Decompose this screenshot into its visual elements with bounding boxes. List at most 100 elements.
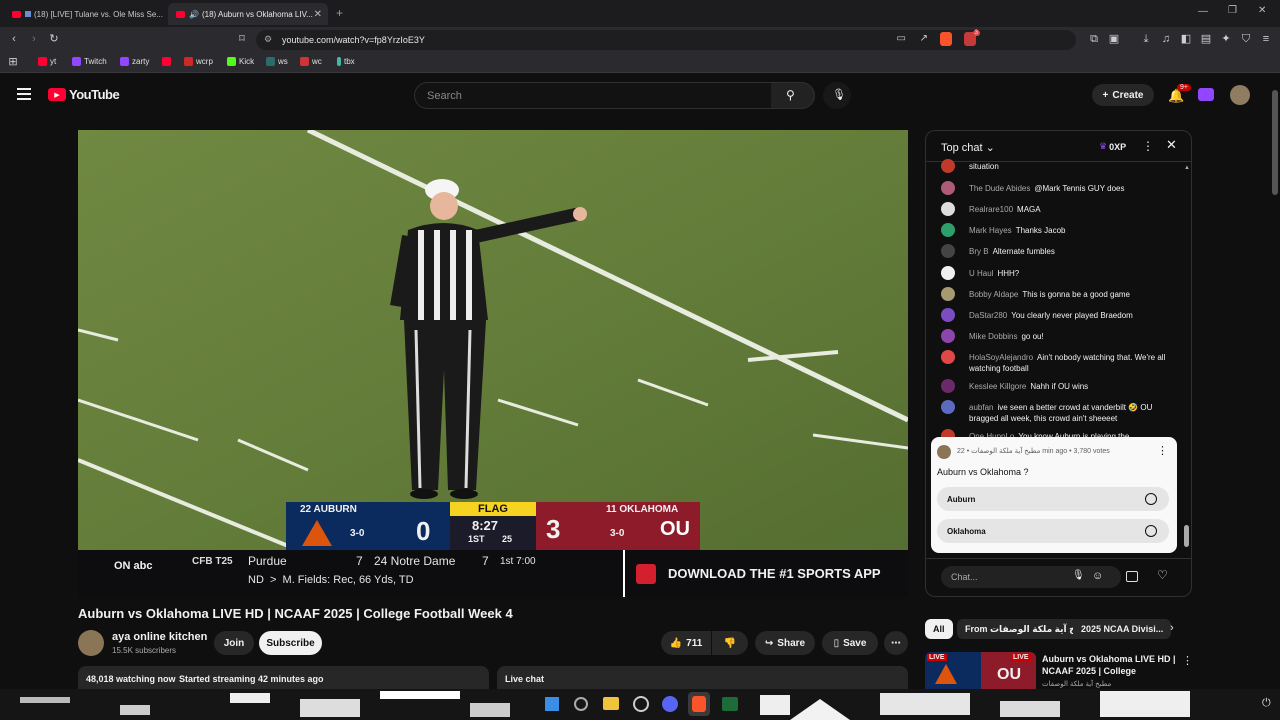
bookmark-icon[interactable]: ⌑ [236,33,248,45]
chat-author-name[interactable]: The Dude Abides [969,184,1030,193]
browser-tab-auburn[interactable]: 🔊 (18) Auburn vs Oklahoma LIV... ✕ [168,3,328,25]
like-button[interactable]: 👍 711 [661,631,711,655]
close-tab-icon[interactable]: ✕ [314,9,322,20]
hamburger-menu-icon[interactable] [17,88,31,100]
create-button[interactable]: + Create [1092,84,1154,106]
chat-author-avatar[interactable] [941,379,955,393]
poll-option-auburn[interactable]: Auburn [937,487,1169,511]
windows-start-icon[interactable] [545,697,559,711]
new-tab-button[interactable]: + [336,6,343,20]
join-button[interactable]: Join [214,631,254,655]
bookmark-yt[interactable]: yt [38,57,56,66]
bookmark-youtube[interactable] [162,57,171,66]
reload-icon[interactable]: ↻ [48,33,60,45]
brave-taskbar-active[interactable] [688,692,710,716]
chip-all[interactable]: All [925,619,953,639]
media-icon[interactable]: ♫ [1160,33,1172,45]
heart-icon[interactable]: ♡ [1157,568,1168,582]
poll-more-icon[interactable]: ⋮ [1157,444,1168,457]
chat-mic-icon[interactable]: 🎙 [1072,570,1085,581]
minimize-button[interactable]: — [1198,6,1208,17]
chat-author-name[interactable]: DaStar280 [969,311,1007,320]
super-chat-icon[interactable] [1126,571,1138,582]
leo-ai-icon[interactable]: ✦ [1220,33,1232,45]
page-scrollbar-thumb[interactable] [1272,90,1278,195]
recommended-title[interactable]: Auburn vs Oklahoma LIVE HD | NCAAF 2025 … [1042,653,1177,677]
wallet-icon[interactable]: ▤ [1200,33,1212,45]
forward-icon[interactable]: › [28,33,40,45]
channel-name[interactable]: aya online kitchen [112,631,207,643]
chat-scroll-thumb[interactable] [1184,525,1189,547]
vpn-icon[interactable]: ⛉ [1240,33,1252,45]
top-chat-dropdown[interactable]: Top chat ⌄ [941,141,995,154]
download-icon[interactable]: ⤓ [1140,33,1152,45]
live-chat-tab[interactable]: Live chat [497,666,908,690]
terminal-icon[interactable] [722,697,738,711]
chat-more-icon[interactable]: ⋮ [1142,139,1154,153]
chat-author-avatar[interactable] [941,202,955,216]
bookmark-kick[interactable]: Kick [227,57,254,66]
video-player[interactable]: 22 AUBURN 3-0 0 FLAG 8:27 1ST 25 3 11 OK… [78,130,908,597]
chevron-right-icon[interactable]: › [1170,622,1174,634]
description-box[interactable]: 48,018 watching now Started streaming 42… [78,666,489,690]
bookmark-wc[interactable]: wc [300,57,322,66]
channel-avatar[interactable] [78,630,104,656]
chat-author-avatar[interactable] [941,329,955,343]
bookmark-zarty[interactable]: zarty [120,57,149,66]
subscribe-button[interactable]: Subscribe [259,631,322,655]
brave-shields-icon[interactable] [940,32,952,46]
cast-icon[interactable]: ▭ [897,33,906,44]
maximize-button[interactable]: ❐ [1228,5,1237,16]
chat-author-avatar[interactable] [941,159,955,173]
bookmark-wcrp[interactable]: wcrp [184,57,213,66]
chat-author-avatar[interactable] [941,181,955,195]
chat-author-name[interactable]: Realrare100 [969,205,1013,214]
menu-icon[interactable]: ≡ [1260,33,1272,45]
chat-author-name[interactable]: Kesslee Killgore [969,382,1026,391]
chat-author-avatar[interactable] [941,308,955,322]
chat-author-name[interactable]: aubfan [969,403,993,412]
settings-taskbar-icon[interactable] [633,696,649,712]
scroll-up-icon[interactable]: ▲ [1184,165,1190,171]
back-icon[interactable]: ‹ [8,33,20,45]
recommended-thumbnail[interactable]: LIVE LIVE OU [925,652,1036,689]
file-explorer-icon[interactable] [603,697,619,710]
chip-ncaa[interactable]: 2025 NCAA Divisi... [1073,619,1172,639]
save-button[interactable]: ▯ Save [822,631,878,655]
chat-author-name[interactable]: Bobby Aldape [969,290,1018,299]
chat-author-avatar[interactable] [941,223,955,237]
chat-author-avatar[interactable] [941,400,955,414]
chat-author-name[interactable]: Bry B [969,247,989,256]
system-tray-icon[interactable]: ⏻ [1262,697,1271,710]
browser-tab-tulane[interactable]: (18) [LIVE] Tulane vs. Ole Miss Se... [4,3,164,25]
chat-author-name[interactable]: HolaSoyAlejandro [969,353,1033,362]
chat-author-avatar[interactable] [941,287,955,301]
bookmark-tbx[interactable]: tbx [337,57,355,66]
site-info-icon[interactable]: ⚙ [264,34,272,45]
search-taskbar-icon[interactable] [574,697,588,711]
chat-author-name[interactable]: Mike Dobbins [969,332,1017,341]
address-bar[interactable]: ⚙ youtube.com/watch?v=fp8YrzIoE3Y ▭ ↗ 3 [256,30,1076,50]
discord-icon[interactable] [662,696,678,712]
youtube-logo[interactable]: ▶ YouTube [48,87,120,102]
bookmark-twitch[interactable]: Twitch [72,57,107,66]
chat-author-avatar[interactable] [941,244,955,258]
user-avatar[interactable] [1230,85,1250,105]
search-input[interactable]: Search [414,82,772,109]
dislike-button[interactable]: 👎 [712,631,748,655]
chat-author-avatar[interactable] [941,350,955,364]
recommended-more-icon[interactable]: ⋮ [1182,654,1193,667]
twitch-extension-icon[interactable] [1198,88,1214,101]
search-button[interactable]: ⚲ [771,82,815,109]
close-window-button[interactable]: ✕ [1258,5,1266,16]
share-page-icon[interactable]: ↗ [920,33,928,44]
tab-search-icon[interactable]: ▣ [1108,33,1120,45]
apps-grid-icon[interactable]: ⊞ [7,56,19,68]
bookmark-ws[interactable]: ws [266,57,288,66]
chat-author-name[interactable]: Mark Hayes [969,226,1012,235]
emoji-icon[interactable]: ☺ [1092,570,1103,582]
voice-search-button[interactable]: 🎙 [823,82,851,109]
extensions-icon[interactable]: ⧉ [1088,33,1100,45]
close-chat-icon[interactable]: ✕ [1166,137,1177,153]
poll-option-oklahoma[interactable]: Oklahoma [937,519,1169,543]
